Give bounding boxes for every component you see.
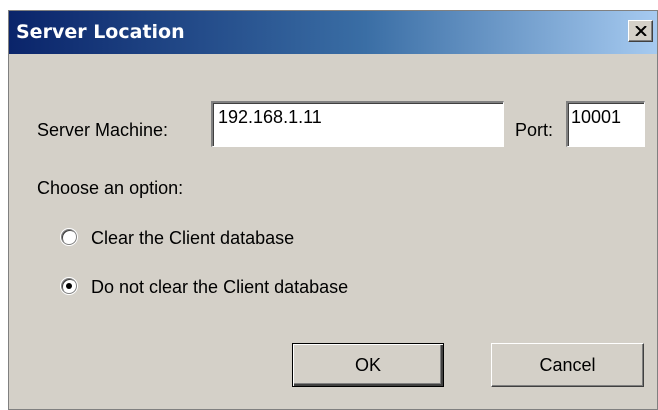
- server-machine-label: Server Machine:: [37, 120, 169, 140]
- radio-label-do-not-clear: Do not clear the Client database: [91, 277, 349, 297]
- server-machine-input[interactable]: 192.168.1.11: [211, 101, 504, 147]
- radio-button-do-not-clear[interactable]: [61, 278, 77, 294]
- port-input[interactable]: 10001: [566, 101, 645, 147]
- ok-button[interactable]: OK: [292, 343, 444, 387]
- close-button[interactable]: [628, 20, 653, 42]
- window-title: Server Location: [16, 21, 185, 43]
- cancel-button[interactable]: Cancel: [491, 343, 644, 387]
- ok-button-label: OK: [354, 355, 381, 375]
- radio-option-do-not-clear[interactable]: Do not clear the Client database: [57, 274, 397, 300]
- radio-button-clear[interactable]: [61, 229, 77, 245]
- title-bar[interactable]: Server Location: [9, 11, 657, 54]
- radio-label-clear: Clear the Client database: [91, 228, 295, 248]
- close-icon: [635, 26, 647, 36]
- server-location-dialog: Server Location Server Machine: 192.168.…: [8, 10, 658, 410]
- cancel-button-label: Cancel: [539, 355, 596, 375]
- choose-option-heading: Choose an option:: [37, 178, 184, 198]
- radio-option-clear[interactable]: Clear the Client database: [57, 225, 357, 251]
- radio-selected-dot: [66, 283, 72, 289]
- port-label: Port:: [515, 120, 554, 140]
